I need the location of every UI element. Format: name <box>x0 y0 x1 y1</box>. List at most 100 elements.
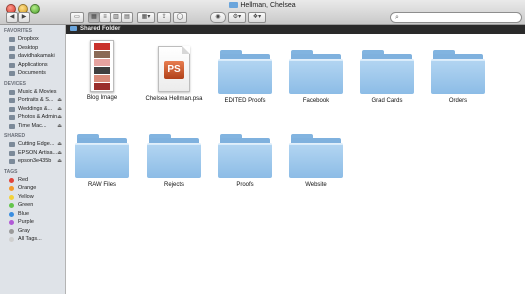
disk-icon <box>9 89 15 95</box>
eject-icon[interactable]: ⏏ <box>57 105 62 114</box>
sidebar-item-portraits-s[interactable]: Portraits & S... ⏏ <box>0 96 65 105</box>
eject-icon[interactable]: ⏏ <box>57 157 62 166</box>
sidebar-item-yellow[interactable]: Yellow <box>0 193 65 202</box>
file-item[interactable]: EDITED Proofs <box>210 40 280 104</box>
sidebar-item-dropbox[interactable]: Dropbox <box>0 35 65 44</box>
new-folder-button[interactable]: ▭ <box>70 12 84 23</box>
sidebar-item-label: davidhakamaki <box>18 53 55 59</box>
arrange-button[interactable]: ▦▾ <box>137 12 155 23</box>
eject-icon[interactable]: ⏏ <box>57 113 62 122</box>
sidebar-item-epson3e435b[interactable]: epson3e435b ⏏ <box>0 157 65 166</box>
file-item[interactable]: Proofs <box>210 124 280 188</box>
tag-color-icon <box>9 211 14 217</box>
coverflow-view-button[interactable]: ▤ <box>121 12 133 23</box>
back-button[interactable]: ◀ <box>6 12 18 23</box>
sidebar-item-desktop[interactable]: Desktop <box>0 44 65 53</box>
sidebar-item-orange[interactable]: Orange <box>0 184 65 193</box>
sidebar-item-blue[interactable]: Blue <box>0 210 65 219</box>
eject-icon[interactable]: ⏏ <box>57 140 62 149</box>
file-item[interactable]: Orders <box>423 40 493 104</box>
sidebar-item-label: Music & Movies <box>18 88 57 95</box>
folder-icon <box>289 48 343 94</box>
server-icon <box>9 159 15 164</box>
window-title: Hellman, Chelsea <box>0 2 525 9</box>
file-item[interactable]: Grad Cards <box>352 40 422 104</box>
file-name: Website <box>305 182 327 188</box>
sidebar-section-header: SHARED <box>4 133 26 139</box>
sidebar-item-time-mac[interactable]: Time Mac... ⏏ <box>0 122 65 131</box>
toolbar: Hellman, Chelsea ◀ ▶ ▭ ▦ ≡ ▥ ▤ ▦▾ ⇪ ◯ ◉ … <box>0 0 525 25</box>
forward-button[interactable]: ▶ <box>18 12 30 23</box>
sidebar-item-red[interactable]: Red <box>0 176 65 185</box>
eject-icon[interactable]: ⏏ <box>57 96 62 105</box>
tag-color-icon <box>9 194 14 200</box>
sidebar-item-cutting-edge[interactable]: Cutting Edge... ⏏ <box>0 140 65 149</box>
search-field[interactable]: ⌕ <box>390 12 522 23</box>
file-name: RAW Files <box>87 182 117 188</box>
icon-view-icon: ▦ <box>91 14 97 20</box>
tag-color-icon <box>9 203 14 208</box>
folder-icon <box>218 48 272 94</box>
sidebar-item-all-tags[interactable]: All Tags... <box>0 235 65 244</box>
folder-icon <box>70 25 77 31</box>
sidebar-item-label: Desktop <box>18 44 39 51</box>
disk-icon <box>9 98 15 103</box>
tag-color-icon <box>9 237 14 242</box>
tags-button[interactable]: ◯ <box>173 12 187 23</box>
sidebar-item-music-movies[interactable]: Music & Movies <box>0 88 65 97</box>
share-button[interactable]: ⇪ <box>157 12 171 23</box>
sidebar-item-gray[interactable]: Gray <box>0 227 65 236</box>
sidebar-item-label: EPSON Artisa... <box>18 149 58 156</box>
sidebar-item-applications[interactable]: Applications <box>0 61 65 70</box>
file-name: EDITED Proofs <box>224 98 266 104</box>
eject-icon[interactable]: ⏏ <box>57 149 62 158</box>
action-button[interactable]: ⚙▾ <box>228 12 246 23</box>
sidebar-item-purple[interactable]: Purple <box>0 218 65 227</box>
gear-icon: ⚙▾ <box>232 14 242 20</box>
coverflow-view-icon: ▤ <box>124 14 130 20</box>
server-icon <box>9 142 15 147</box>
file-name: Rejects <box>163 182 184 188</box>
sidebar-item-label: Gray <box>18 227 30 234</box>
sidebar-item-documents[interactable]: Documents <box>0 69 65 78</box>
sidebar-item-epson-artisa[interactable]: EPSON Artisa... ⏏ <box>0 149 65 158</box>
eye-button[interactable]: ◉ <box>210 12 226 23</box>
file-item[interactable]: Rejects <box>139 124 209 188</box>
window-title-text: Hellman, Chelsea <box>240 2 296 9</box>
tag-color-icon <box>9 228 14 234</box>
dropbox-icon <box>9 37 15 42</box>
sidebar-item-label: Documents <box>18 70 46 76</box>
sidebar-item-label: Applications <box>18 61 48 68</box>
file-name: Chelsea Hellman.psa <box>145 96 203 102</box>
disk-icon <box>9 115 15 120</box>
sidebar-item-label: Portraits & S... <box>18 97 54 103</box>
chevron-right-icon: ▶ <box>21 14 27 20</box>
sidebar-item-photos-admin[interactable]: Photos & Admin ⏏ <box>0 113 65 122</box>
sidebar-item-davidhakamaki[interactable]: davidhakamaki <box>0 52 65 61</box>
file-item[interactable]: RAW Files <box>67 124 137 188</box>
file-name: Grad Cards <box>371 98 403 104</box>
dropbox-icon: ❖▾ <box>252 14 262 20</box>
sidebar-item-weddings[interactable]: Weddings &... ⏏ <box>0 105 65 114</box>
sidebar: FAVORITES Dropbox Desktop davidhakamaki Appl… <box>0 25 66 294</box>
file-item[interactable]: Facebook <box>281 40 351 104</box>
file-name: Facebook <box>302 98 330 104</box>
list-view-icon: ≡ <box>103 14 107 20</box>
arrange-icon: ▦▾ <box>141 14 151 20</box>
sidebar-section-header: FAVORITES <box>4 28 32 34</box>
file-item[interactable]: Blog Image <box>67 40 137 101</box>
disk-icon <box>9 123 15 129</box>
desktop-icon <box>9 45 15 51</box>
folder-icon <box>147 132 201 178</box>
sidebar-item-label: All Tags... <box>18 236 42 242</box>
tag-icon: ◯ <box>176 14 184 20</box>
sidebar-item-green[interactable]: Green <box>0 201 65 210</box>
eject-icon[interactable]: ⏏ <box>57 122 62 131</box>
share-icon: ⇪ <box>161 14 167 20</box>
file-item[interactable]: Website <box>281 124 351 188</box>
dropbox-button[interactable]: ❖▾ <box>248 12 266 23</box>
sidebar-item-label: Weddings &... <box>18 105 53 112</box>
file-item[interactable]: PS Chelsea Hellman.psa <box>139 40 209 102</box>
column-view-icon: ▥ <box>113 14 119 20</box>
folder-icon <box>218 132 272 178</box>
